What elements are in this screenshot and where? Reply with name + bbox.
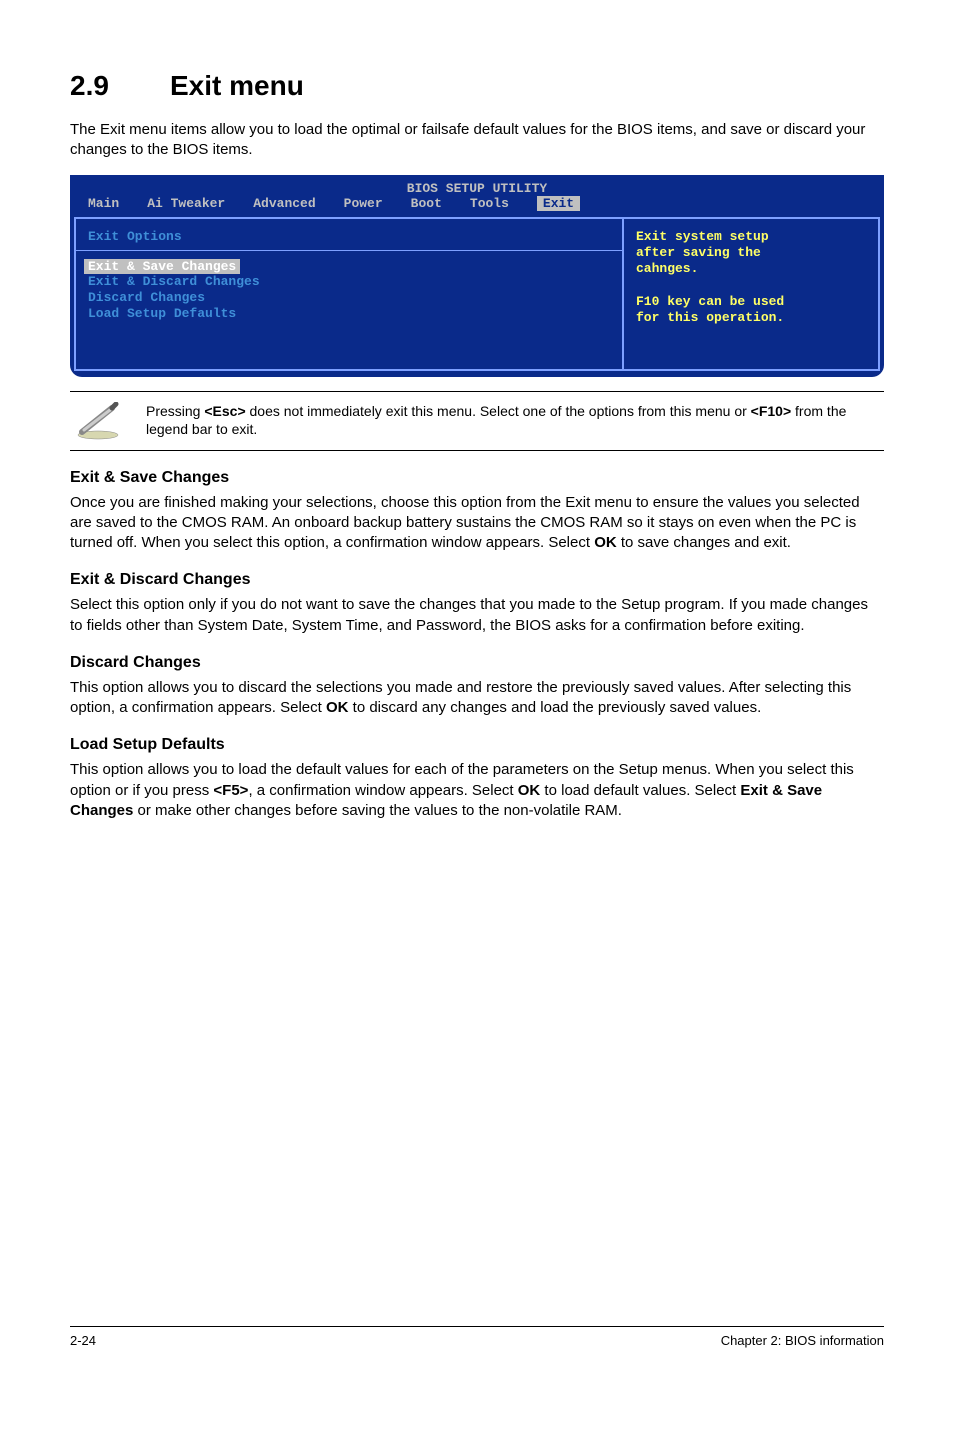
subsection-body: Select this option only if you do not wa…	[70, 595, 884, 636]
bios-title: BIOS SETUP UTILITY	[70, 175, 884, 196]
text-part: , a confirmation window appears. Select	[248, 782, 517, 799]
bios-tab-ai-tweaker[interactable]: Ai Tweaker	[147, 196, 241, 211]
note-key-esc: <Esc>	[204, 403, 245, 419]
text-bold: OK	[326, 699, 349, 716]
bios-left-pane: Exit Options Exit & Save Changes Exit & …	[74, 217, 623, 371]
bios-item-load-defaults[interactable]: Load Setup Defaults	[88, 306, 610, 322]
footer-chapter: Chapter 2: BIOS information	[721, 1333, 884, 1348]
bios-item-discard[interactable]: Discard Changes	[88, 290, 610, 306]
section-heading: 2.9Exit menu	[70, 70, 884, 102]
subheading-exit-discard: Exit & Discard Changes	[70, 571, 884, 589]
note-key-f10: <F10>	[751, 403, 791, 419]
note-part: Pressing	[146, 403, 204, 419]
bios-help-line	[636, 277, 866, 293]
bios-item-exit-save[interactable]: Exit & Save Changes	[84, 259, 240, 274]
bios-help-line: cahnges.	[636, 261, 866, 277]
text-bold: OK	[518, 782, 541, 799]
text-part: to load default values. Select	[540, 782, 740, 799]
section-intro: The Exit menu items allow you to load th…	[70, 120, 884, 161]
note-part: does not immediately exit this menu. Sel…	[246, 403, 751, 419]
bios-tab-boot[interactable]: Boot	[411, 196, 458, 211]
note-box: Pressing <Esc> does not immediately exit…	[70, 391, 884, 451]
bios-screenshot: BIOS SETUP UTILITY Main Ai Tweaker Advan…	[70, 175, 884, 377]
bios-help-line: for this operation.	[636, 310, 866, 326]
note-text: Pressing <Esc> does not immediately exit…	[146, 402, 884, 440]
page-footer: 2-24 Chapter 2: BIOS information	[70, 1326, 884, 1348]
note-icon	[76, 402, 120, 440]
bios-help-line: F10 key can be used	[636, 294, 866, 310]
bios-help-line: after saving the	[636, 245, 866, 261]
subsection-body: Once you are finished making your select…	[70, 493, 884, 554]
bios-tab-power[interactable]: Power	[344, 196, 399, 211]
subsection-body: This option allows you to load the defau…	[70, 760, 884, 821]
section-name: Exit menu	[170, 70, 304, 101]
bios-item-exit-discard[interactable]: Exit & Discard Changes	[88, 274, 610, 290]
text-bold: <F5>	[213, 782, 248, 799]
bios-tab-exit[interactable]: Exit	[537, 196, 580, 211]
text-part: or make other changes before saving the …	[133, 802, 622, 819]
subsection-body: This option allows you to discard the se…	[70, 678, 884, 719]
text-part: to save changes and exit.	[617, 534, 791, 551]
footer-page-number: 2-24	[70, 1333, 96, 1348]
text-bold: OK	[594, 534, 617, 551]
bios-tab-row: Main Ai Tweaker Advanced Power Boot Tool…	[70, 196, 884, 217]
subheading-discard: Discard Changes	[70, 654, 884, 672]
subheading-load-defaults: Load Setup Defaults	[70, 736, 884, 754]
bios-tab-advanced[interactable]: Advanced	[253, 196, 331, 211]
text-part: to discard any changes and load the prev…	[348, 699, 761, 716]
subheading-exit-save: Exit & Save Changes	[70, 469, 884, 487]
bios-tab-main[interactable]: Main	[88, 196, 135, 211]
text-part: Select this option only if you do not wa…	[70, 596, 868, 633]
bios-right-pane: Exit system setup after saving the cahng…	[623, 217, 880, 371]
section-number: 2.9	[70, 70, 170, 102]
bios-left-header: Exit Options	[88, 229, 610, 244]
bios-help-line: Exit system setup	[636, 229, 866, 245]
bios-tab-tools[interactable]: Tools	[470, 196, 525, 211]
